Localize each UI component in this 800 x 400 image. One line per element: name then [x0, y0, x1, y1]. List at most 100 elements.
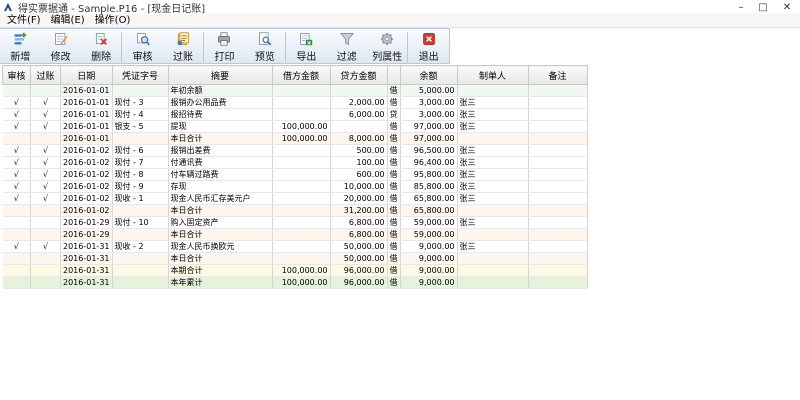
debit-cell[interactable]: 100,000.00	[272, 120, 331, 133]
maker-cell[interactable]: 张三	[457, 96, 529, 109]
balance-cell[interactable]: 97,000.00	[400, 120, 458, 133]
exit-button[interactable]: 退出	[408, 29, 448, 63]
column-header-note[interactable]: 备注	[527, 65, 588, 85]
summary-cell[interactable]: 存现	[168, 180, 273, 193]
maker-cell[interactable]	[457, 84, 529, 97]
balance-cell[interactable]: 65,800.00	[400, 192, 458, 205]
audit-cell[interactable]	[2, 216, 31, 229]
audit-cell[interactable]: √	[2, 108, 31, 121]
balance-cell[interactable]: 3,000.00	[400, 108, 458, 121]
balance-cell[interactable]: 96,500.00	[400, 144, 458, 157]
menu-operation[interactable]: 操作(O)	[90, 14, 136, 28]
post-cell[interactable]: √	[30, 240, 61, 253]
post-cell[interactable]: √	[30, 168, 61, 181]
voucher-cell[interactable]: 现付 - 4	[112, 108, 169, 121]
balance-cell[interactable]: 59,000.00	[400, 216, 458, 229]
credit-cell[interactable]: 31,200.00	[330, 204, 388, 217]
voucher-cell[interactable]	[112, 228, 169, 241]
summary-cell[interactable]: 现金人民币换欧元	[168, 240, 273, 253]
balance-cell[interactable]: 9,000.00	[400, 264, 458, 277]
audit-cell[interactable]: √	[2, 240, 31, 253]
audit-cell[interactable]: √	[2, 192, 31, 205]
column-header-date[interactable]: 日期	[60, 65, 113, 85]
direction-cell[interactable]: 借	[387, 156, 401, 169]
note-cell[interactable]	[528, 84, 588, 97]
voucher-cell[interactable]: 现收 - 2	[112, 240, 169, 253]
summary-cell[interactable]: 本年累计	[168, 276, 273, 289]
columns-button[interactable]: 列属性	[367, 29, 407, 63]
note-cell[interactable]	[528, 108, 588, 121]
audit-cell[interactable]: √	[2, 180, 31, 193]
note-cell[interactable]	[528, 144, 588, 157]
direction-cell[interactable]: 借	[387, 264, 401, 277]
maker-cell[interactable]	[457, 264, 529, 277]
audit-cell[interactable]	[2, 84, 31, 97]
maker-cell[interactable]	[457, 276, 529, 289]
audit-cell[interactable]	[2, 204, 31, 217]
new-button[interactable]: 新增	[0, 29, 40, 63]
balance-cell[interactable]: 3,000.00	[400, 96, 458, 109]
audit-button[interactable]: 审核	[122, 29, 162, 63]
debit-cell[interactable]	[272, 228, 331, 241]
table-row[interactable]: √ √ 2016-01-02 现付 - 7 付通讯费 100.00 借 96,400.00 张三	[2, 156, 588, 169]
voucher-cell[interactable]	[112, 276, 169, 289]
credit-cell[interactable]: 96,000.00	[330, 264, 388, 277]
debit-cell[interactable]	[272, 144, 331, 157]
audit-cell[interactable]: √	[2, 156, 31, 169]
note-cell[interactable]	[528, 180, 588, 193]
summary-cell[interactable]: 购入固定资产	[168, 216, 273, 229]
table-row[interactable]: √ √ 2016-01-01 现付 - 3 报销办公用品费 2,000.00 借 3,000.…	[2, 96, 588, 109]
credit-cell[interactable]: 50,000.00	[330, 252, 388, 265]
debit-cell[interactable]: 100,000.00	[272, 132, 331, 145]
date-cell[interactable]: 2016-01-29	[60, 228, 113, 241]
note-cell[interactable]	[528, 276, 588, 289]
credit-cell[interactable]: 600.00	[330, 168, 388, 181]
credit-cell[interactable]: 96,000.00	[330, 276, 388, 289]
menu-edit[interactable]: 编辑(E)	[46, 14, 90, 28]
summary-cell[interactable]: 本日合计	[168, 252, 273, 265]
date-cell[interactable]: 2016-01-01	[60, 120, 113, 133]
table-row[interactable]: 2016-01-31 本期合计 100,000.00 96,000.00 借 9,000.…	[2, 264, 588, 277]
note-cell[interactable]	[528, 204, 588, 217]
post-cell[interactable]	[30, 216, 61, 229]
note-cell[interactable]	[528, 168, 588, 181]
debit-cell[interactable]	[272, 204, 331, 217]
direction-cell[interactable]: 借	[387, 84, 401, 97]
balance-cell[interactable]: 59,000.00	[400, 228, 458, 241]
direction-cell[interactable]: 借	[387, 216, 401, 229]
direction-cell[interactable]: 借	[387, 180, 401, 193]
date-cell[interactable]: 2016-01-31	[60, 276, 113, 289]
minimize-button[interactable]: –	[730, 0, 752, 14]
balance-cell[interactable]: 97,000.00	[400, 132, 458, 145]
summary-cell[interactable]: 年初余额	[168, 84, 273, 97]
debit-cell[interactable]	[272, 108, 331, 121]
menu-file[interactable]: 文件(F)	[0, 14, 46, 28]
balance-cell[interactable]: 5,000.00	[400, 84, 458, 97]
audit-cell[interactable]: √	[2, 168, 31, 181]
voucher-cell[interactable]: 现收 - 1	[112, 192, 169, 205]
balance-cell[interactable]: 65,800.00	[400, 204, 458, 217]
export-button[interactable]: 导出	[286, 29, 326, 63]
table-row[interactable]: √ √ 2016-01-01 银支 - 5 提现 100,000.00 借 97,000.00…	[2, 120, 588, 133]
maker-cell[interactable]: 张三	[457, 144, 529, 157]
date-cell[interactable]: 2016-01-02	[60, 192, 113, 205]
summary-cell[interactable]: 现金人民币汇存美元户	[168, 192, 273, 205]
note-cell[interactable]	[528, 264, 588, 277]
post-cell[interactable]: √	[30, 120, 61, 133]
credit-cell[interactable]: 6,000.00	[330, 108, 388, 121]
column-header-audit[interactable]: 审核	[2, 65, 31, 85]
post-button[interactable]: 过账	[163, 29, 203, 63]
date-cell[interactable]: 2016-01-02	[60, 144, 113, 157]
column-header-direction[interactable]	[386, 65, 401, 85]
direction-cell[interactable]: 借	[387, 240, 401, 253]
maker-cell[interactable]	[457, 228, 529, 241]
table-row[interactable]: 2016-01-29 本日合计 6,800.00 借 59,000.00	[2, 228, 588, 241]
credit-cell[interactable]: 6,800.00	[330, 216, 388, 229]
credit-cell[interactable]: 2,000.00	[330, 96, 388, 109]
debit-cell[interactable]	[272, 180, 331, 193]
maker-cell[interactable]: 张三	[457, 216, 529, 229]
table-row[interactable]: √ √ 2016-01-31 现收 - 2 现金人民币换欧元 50,000.00 借 9,00…	[2, 240, 588, 253]
date-cell[interactable]: 2016-01-29	[60, 216, 113, 229]
voucher-cell[interactable]: 现付 - 9	[112, 180, 169, 193]
maker-cell[interactable]	[457, 252, 529, 265]
